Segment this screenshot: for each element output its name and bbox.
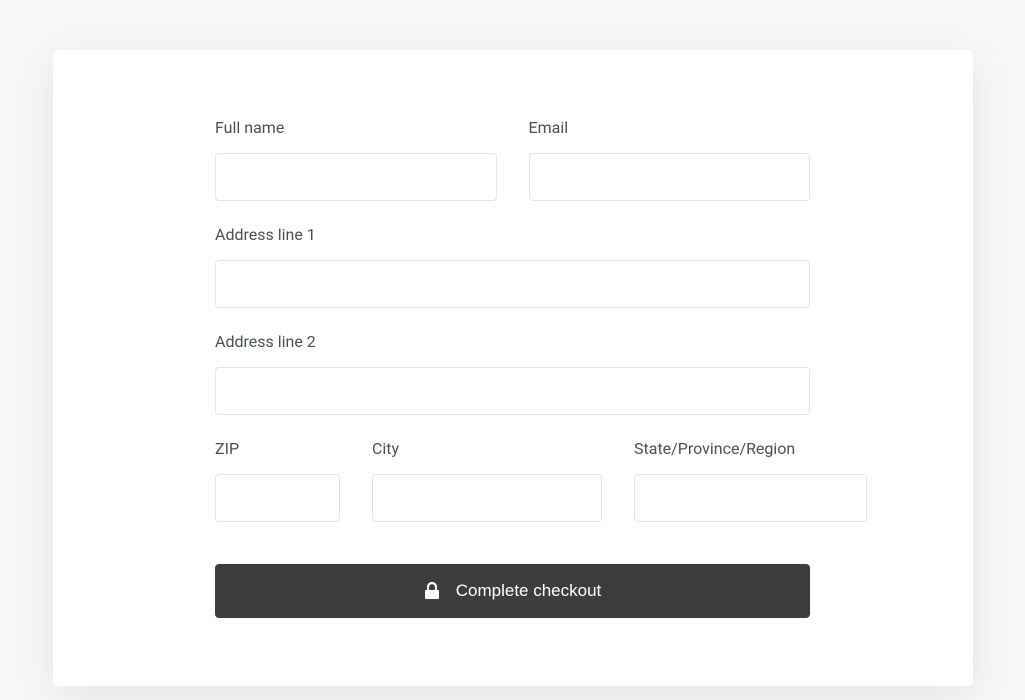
region-label: State/Province/Region [634, 439, 867, 458]
full-name-input[interactable] [215, 153, 497, 201]
complete-checkout-button[interactable]: Complete checkout [215, 564, 810, 618]
address2-label: Address line 2 [215, 332, 810, 351]
region-input[interactable] [634, 474, 867, 522]
lock-icon [424, 582, 440, 600]
address1-label: Address line 1 [215, 225, 810, 244]
field-city: City [372, 439, 602, 522]
address1-input[interactable] [215, 260, 810, 308]
email-label: Email [529, 118, 811, 137]
complete-checkout-label: Complete checkout [456, 581, 602, 601]
zip-input[interactable] [215, 474, 340, 522]
field-address1: Address line 1 [215, 225, 810, 308]
city-input[interactable] [372, 474, 602, 522]
field-zip: ZIP [215, 439, 340, 522]
row-address2: Address line 2 [215, 332, 810, 415]
checkout-form: Full name Email Address line 1 Address l… [215, 118, 810, 618]
zip-label: ZIP [215, 439, 340, 458]
row-zip-city-region: ZIP City State/Province/Region [215, 439, 810, 522]
email-input[interactable] [529, 153, 811, 201]
row-name-email: Full name Email [215, 118, 810, 201]
city-label: City [372, 439, 602, 458]
field-email: Email [529, 118, 811, 201]
checkout-card: Full name Email Address line 1 Address l… [53, 50, 973, 686]
field-address2: Address line 2 [215, 332, 810, 415]
field-region: State/Province/Region [634, 439, 867, 522]
row-address1: Address line 1 [215, 225, 810, 308]
full-name-label: Full name [215, 118, 497, 137]
field-full-name: Full name [215, 118, 497, 201]
address2-input[interactable] [215, 367, 810, 415]
